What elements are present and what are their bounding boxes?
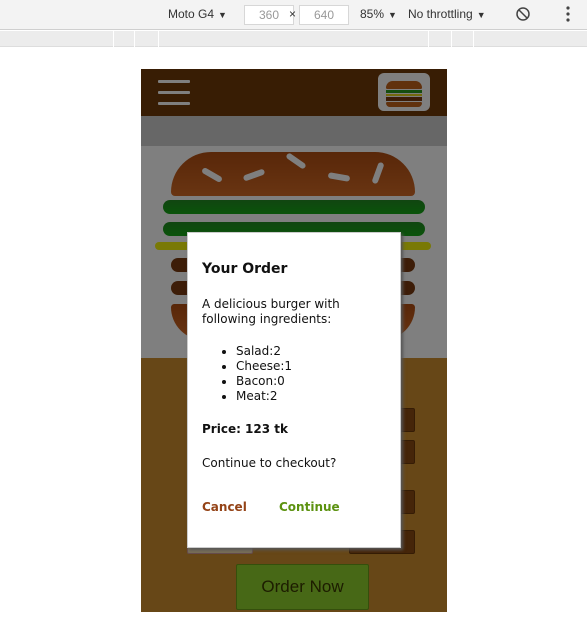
checkout-question: Continue to checkout? xyxy=(202,456,337,470)
kebab-menu-icon[interactable] xyxy=(565,5,571,26)
devtools-device-toolbar: Moto G4 ▼ 360 × 640 85% ▼ No throttling ▼ xyxy=(0,0,587,30)
dimension-separator: × xyxy=(289,7,297,21)
throttling-value: No throttling xyxy=(408,7,473,21)
ingredient-item: Salad:2 xyxy=(236,344,292,359)
chevron-down-icon: ▼ xyxy=(476,10,486,20)
rotate-icon[interactable] xyxy=(515,6,531,25)
cancel-button[interactable]: Cancel xyxy=(202,500,247,514)
device-viewport: Order Now Your Order A delicious burger … xyxy=(141,69,447,612)
order-price: Price: 123 tk xyxy=(202,422,288,436)
device-select[interactable]: Moto G4 ▼ xyxy=(168,7,227,21)
ingredient-list: Salad:2 Cheese:1 Bacon:0 Meat:2 xyxy=(222,344,292,404)
ingredient-item: Meat:2 xyxy=(236,389,292,404)
height-input[interactable]: 640 xyxy=(299,5,349,25)
ingredient-item: Bacon:0 xyxy=(236,374,292,389)
media-query-bar[interactable] xyxy=(0,31,587,47)
modal-title: Your Order xyxy=(202,261,288,277)
zoom-select[interactable]: 85% ▼ xyxy=(360,7,397,21)
zoom-value: 85% xyxy=(360,7,385,21)
device-name: Moto G4 xyxy=(168,7,215,21)
ingredient-item: Cheese:1 xyxy=(236,359,292,374)
width-input[interactable]: 360 xyxy=(244,5,294,25)
throttling-select[interactable]: No throttling ▼ xyxy=(408,7,486,21)
chevron-down-icon: ▼ xyxy=(388,10,397,20)
modal-intro: A delicious burger with following ingred… xyxy=(202,297,340,326)
order-summary-modal: Your Order A delicious burger with follo… xyxy=(187,232,401,548)
chevron-down-icon: ▼ xyxy=(218,10,227,20)
continue-button[interactable]: Continue xyxy=(279,500,340,514)
